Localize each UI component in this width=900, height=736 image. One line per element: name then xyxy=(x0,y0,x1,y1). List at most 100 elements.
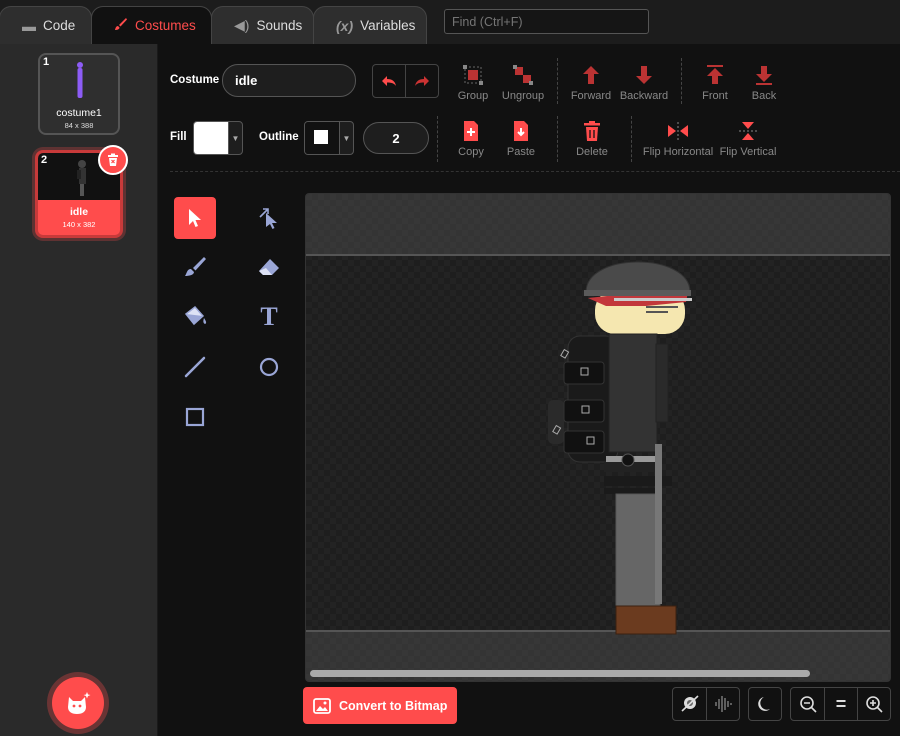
costume-item-1[interactable]: 1 costume1 84 x 388 xyxy=(38,53,120,135)
tab-sounds[interactable]: ◀) Sounds xyxy=(211,6,314,44)
paste-icon xyxy=(514,121,528,141)
zoom-controls: = xyxy=(790,687,891,721)
paste-button[interactable]: Paste xyxy=(489,120,553,158)
text-tool[interactable]: T xyxy=(248,296,290,338)
costume-number: 2 xyxy=(41,154,48,166)
backward-label: Backward xyxy=(619,90,669,102)
costume-number: 1 xyxy=(43,56,50,68)
tab-variables-label: Variables xyxy=(360,18,416,33)
ungroup-label: Ungroup xyxy=(501,90,545,102)
dark-mode-toggle[interactable] xyxy=(749,688,781,720)
rocket-icon xyxy=(680,695,699,712)
rectangle-tool[interactable] xyxy=(174,396,216,438)
tab-costumes-label: Costumes xyxy=(135,18,196,33)
toolbar-divider xyxy=(170,171,900,172)
group-icon xyxy=(463,65,483,85)
trash-icon xyxy=(108,153,118,166)
divider xyxy=(437,116,438,162)
eraser-icon xyxy=(259,259,279,275)
circle-icon xyxy=(259,357,279,377)
fill-color-picker[interactable]: ▼ xyxy=(193,121,243,155)
convert-label: Convert to Bitmap xyxy=(339,698,448,713)
hide-costume-button[interactable] xyxy=(673,688,706,720)
zoom-in-icon xyxy=(866,696,883,713)
reshape-cursor-icon xyxy=(259,208,277,229)
ungroup-icon xyxy=(513,65,533,85)
trash-icon xyxy=(584,121,600,141)
flip-vertical-label: Flip Vertical xyxy=(719,146,777,158)
divider xyxy=(681,58,682,104)
view-options-group xyxy=(672,687,740,721)
variable-icon: (x) xyxy=(336,17,354,34)
tab-sounds-label: Sounds xyxy=(256,18,303,33)
eraser-tool[interactable] xyxy=(248,246,290,288)
tab-code-label: Code xyxy=(43,18,76,33)
tab-costumes[interactable]: Costumes xyxy=(91,6,212,44)
tab-variables[interactable]: (x) Variables xyxy=(313,6,427,44)
zoom-out-button[interactable] xyxy=(791,688,824,720)
add-costume-button[interactable] xyxy=(52,677,104,729)
copy-icon xyxy=(464,121,478,141)
costume-size: 140 x 382 xyxy=(62,220,96,229)
image-icon xyxy=(313,697,331,714)
zoom-in-button[interactable] xyxy=(857,688,890,720)
reshape-tool[interactable] xyxy=(248,197,290,239)
divider xyxy=(631,116,632,162)
forward-label: Forward xyxy=(570,90,612,102)
convert-to-bitmap-button[interactable]: Convert to Bitmap xyxy=(303,687,457,724)
moon-icon xyxy=(758,697,770,711)
outline-label: Outline xyxy=(259,131,299,143)
line-tool[interactable] xyxy=(174,346,216,388)
cat-icon xyxy=(68,692,91,714)
tab-code[interactable]: ▬ Code xyxy=(0,6,92,44)
delete-button[interactable]: Delete xyxy=(560,120,624,158)
bring-front-icon xyxy=(707,65,723,84)
fill-color-swatch xyxy=(194,122,228,154)
flip-vertical-button[interactable]: Flip Vertical xyxy=(716,120,780,158)
undo-button[interactable] xyxy=(373,65,406,97)
outline-width-input[interactable] xyxy=(363,122,429,154)
outline-color-swatch xyxy=(305,122,339,154)
speaker-icon: ◀) xyxy=(234,17,250,33)
horizontal-scrollbar[interactable] xyxy=(310,670,810,677)
rectangle-icon xyxy=(185,407,205,427)
brush-icon xyxy=(185,257,206,276)
flip-horizontal-button[interactable]: Flip Horizontal xyxy=(640,120,716,158)
delete-label: Delete xyxy=(576,146,608,158)
ungroup-button[interactable]: Ungroup xyxy=(491,64,555,102)
outline-color-picker[interactable]: ▼ xyxy=(304,121,354,155)
line-icon xyxy=(184,356,206,378)
zoom-reset-button[interactable]: = xyxy=(824,688,857,720)
select-tool[interactable] xyxy=(174,197,216,239)
back-button[interactable]: Back xyxy=(732,64,796,102)
arrow-up-icon xyxy=(583,66,599,84)
search-input[interactable] xyxy=(444,9,649,34)
waveform-button[interactable] xyxy=(706,688,739,720)
backward-button[interactable]: Backward xyxy=(612,64,676,102)
costume-character xyxy=(548,261,692,635)
flip-horizontal-label: Flip Horizontal xyxy=(642,146,714,158)
equals-icon: = xyxy=(835,693,847,714)
redo-button[interactable] xyxy=(406,65,438,97)
brush-tool[interactable] xyxy=(174,246,216,288)
paint-bucket-icon xyxy=(184,305,207,326)
fill-tool[interactable] xyxy=(174,296,216,338)
circle-tool[interactable] xyxy=(248,346,290,388)
paste-label: Paste xyxy=(506,146,536,158)
undo-redo-group xyxy=(372,64,439,98)
flip-vertical-icon xyxy=(739,122,757,140)
costume-thumbnail xyxy=(77,62,83,98)
dropdown-arrow-icon: ▼ xyxy=(339,122,353,154)
copy-label: Copy xyxy=(458,146,484,158)
drawing-canvas[interactable] xyxy=(305,193,891,682)
code-blocks-icon: ▬ xyxy=(22,17,36,34)
costume-name-input[interactable] xyxy=(222,64,356,97)
costume-size: 84 x 388 xyxy=(64,121,94,130)
send-back-icon xyxy=(756,66,772,85)
costume-label: Costume xyxy=(170,74,220,86)
delete-costume-button[interactable] xyxy=(98,145,128,175)
back-label: Back xyxy=(751,90,777,102)
costume-name: costume1 xyxy=(56,107,102,119)
group-label: Group xyxy=(457,90,489,102)
flip-horizontal-icon xyxy=(668,122,688,140)
